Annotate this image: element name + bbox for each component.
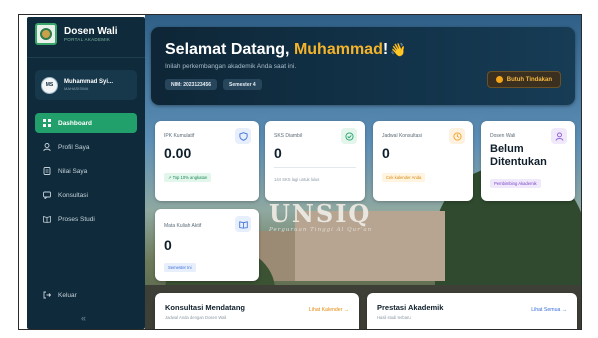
campus-sign: UNSIQ [269,199,372,228]
card-title: Mata Kuliah Aktif [164,223,202,229]
card-pill: Pembimbing Akademik [490,179,541,188]
welcome-banner: Selamat Datang, Muhammad! 👋 Inilah perkem… [151,27,575,105]
sidebar-item-label: Profil Saya [58,143,90,151]
sidebar-item-label: Proses Studi [58,215,95,223]
welcome-subtitle: Inilah perkembangan akademik Anda saat i… [165,63,297,70]
chat-icon [43,191,51,199]
clock-icon [449,128,465,144]
card-pill: Semester Ini [164,263,196,272]
brand-title: Dosen Wali [64,25,118,37]
card-note: 144 SKS lagi untuk lulus [274,177,320,182]
card-title: Jadwal Konsultasi [382,133,423,139]
card-title: IPK Kumulatif [164,133,195,139]
document-icon [43,167,51,175]
logout-button[interactable]: Keluar [43,291,77,299]
sidebar-item-nilai[interactable]: Nilai Saya [35,161,145,181]
prestasi-panel: Prestasi Akademik Hasil studi terbaru Li… [367,293,577,329]
card-value-line: Ditentukan [490,156,547,168]
card-divider [274,167,356,168]
needs-action-label: Butuh Tindakan [506,76,552,83]
card-value: 0 [164,237,172,253]
card-value: Belum Ditentukan [490,143,547,169]
logout-icon [43,291,51,299]
card-title: Dosen Wali [490,133,516,139]
welcome-greeting: Selamat Datang, [165,41,294,58]
user-name: Muhammad Syi... [64,79,114,85]
panel-title: Konsultasi Mendatang [165,303,246,312]
welcome-exclaim: ! [382,41,389,58]
alert-dot-icon [495,76,503,83]
sidebar: Dosen Wali PORTAL AKADEMIK MS Muhammad S… [27,17,145,329]
jadwal-card: Jadwal Konsultasi 0 Cek kalender Anda [373,121,473,201]
logout-label: Keluar [58,291,77,299]
panel-title: Prestasi Akademik [377,303,444,312]
main-content: UNSIQ Perguruan Tinggi Al Qur'an Selamat… [145,15,581,329]
brand-subtitle: PORTAL AKADEMIK [64,36,111,42]
wave-icon: 👋 [390,42,407,57]
divider [27,57,145,58]
card-value: 0 [382,145,390,161]
dosen-wali-card: Dosen Wali Belum Ditentukan Pembimbing A… [481,121,575,201]
view-all-link[interactable]: Lihat Semua → [531,307,567,313]
needs-action-button[interactable]: Butuh Tindakan [486,71,561,88]
card-pill: Cek kalender Anda [382,173,426,182]
card-title: SKS Diambil [274,133,303,139]
avatar: MS [41,76,58,94]
card-value: 0.00 [164,145,192,161]
user-role: MAHASISWA [64,86,89,91]
view-calendar-link[interactable]: Lihat Kalender → [309,307,349,313]
sidebar-item-profil[interactable]: Profil Saya [35,137,145,157]
sidebar-item-konsultasi[interactable]: Konsultasi [35,185,145,205]
book-icon [43,215,51,223]
nim-chip: NIM: 2023123456 [165,79,218,90]
card-pill: ↗ Top 10% angkatan [164,173,212,182]
sidebar-nav: Dashboard Profil Saya Nilai Saya Konsult… [35,113,145,233]
check-circle-icon [341,128,357,144]
card-value-line: Belum [490,143,524,155]
collapse-sidebar-button[interactable]: « [81,313,86,323]
welcome-heading: Selamat Datang, Muhammad! 👋 [165,41,406,59]
user-icon [551,128,567,144]
user-card[interactable]: MS Muhammad Syi... MAHASISWA [35,70,137,100]
sidebar-item-label: Dashboard [58,119,92,127]
shield-icon [235,128,251,144]
logo [35,23,57,45]
sidebar-item-label: Nilai Saya [58,167,88,175]
semester-chip: Semester 4 [223,79,262,90]
student-chips: NIM: 2023123456 Semester 4 [165,79,262,90]
konsultasi-panel: Konsultasi Mendatang Jadwal Anda dengan … [155,293,359,329]
campus-sign-subtitle: Perguruan Tinggi Al Qur'an [269,227,373,233]
user-icon [43,143,51,151]
sidebar-item-dashboard[interactable]: Dashboard [35,113,137,133]
panel-subtitle: Jadwal Anda dengan Dosen Wali [165,315,227,320]
sidebar-item-label: Konsultasi [58,191,88,199]
welcome-name: Muhammad [293,41,383,58]
app-frame: Dosen Wali PORTAL AKADEMIK MS Muhammad S… [18,14,582,330]
sks-card: SKS Diambil 0 144 SKS lagi untuk lulus [265,121,365,201]
card-value: 0 [274,145,282,161]
mata-kuliah-card: Mata Kuliah Aktif 0 Semester Ini [155,209,259,281]
grid-icon [43,119,51,127]
brand: Dosen Wali PORTAL AKADEMIK [35,23,118,45]
panel-subtitle: Hasil studi terbaru [377,315,411,320]
ipk-card: IPK Kumulatif 0.00 ↗ Top 10% angkatan [155,121,259,201]
book-open-icon [235,216,251,232]
sidebar-item-proses-studi[interactable]: Proses Studi [35,209,145,229]
